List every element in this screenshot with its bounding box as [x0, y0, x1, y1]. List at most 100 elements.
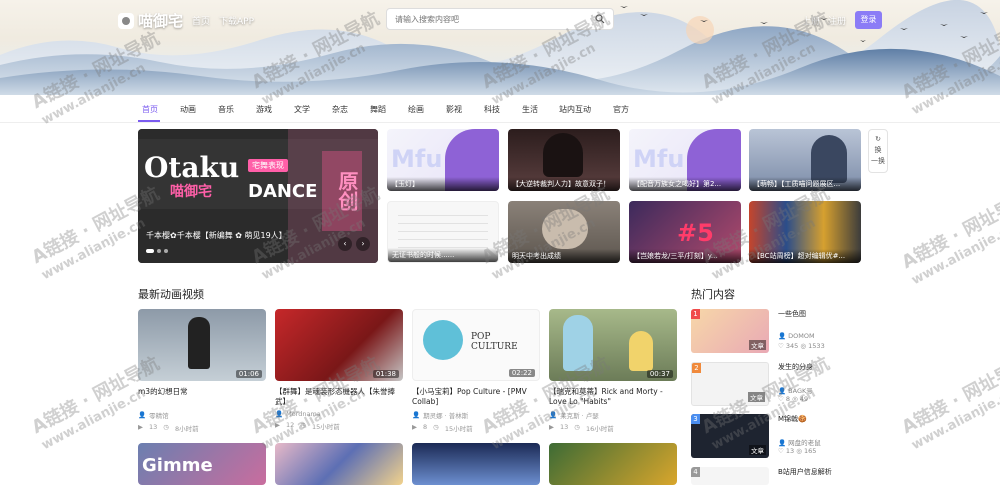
featured-card[interactable]: 【萌畅】【工质喵问题展区...	[749, 129, 861, 191]
like-icon: ♡	[778, 395, 786, 403]
refresh-label-top: 换	[874, 146, 882, 154]
featured-art-text: Mfu	[391, 145, 443, 173]
hot-title[interactable]: 发生的分身	[778, 362, 813, 372]
video-thumbnail[interactable]: POP CULTURE 02:22	[412, 309, 540, 381]
login-button[interactable]: 登录	[855, 11, 882, 29]
featured-card[interactable]: 【大逆转裁判人力】故意双子！	[508, 129, 620, 191]
video-card[interactable]: 01:38 【群舞】是魂装形态機器人【朱誉捧武】 👤 Mordnama ▶ 12 ◷ 1…	[275, 309, 403, 431]
tab-official[interactable]: 官方	[613, 104, 629, 115]
sign-up-link[interactable]: 注册	[828, 14, 846, 27]
nav-download-app[interactable]: 下载APP	[219, 14, 254, 27]
hot-thumbnail[interactable]: 4	[691, 467, 769, 485]
hot-author: 👤 DOMOM	[778, 332, 815, 340]
video-thumbnail[interactable]: 01:38	[275, 309, 403, 381]
logo-text: 喵御宅	[138, 12, 184, 30]
video-duration: 01:06	[235, 370, 262, 378]
video-author[interactable]: Mordnama	[286, 410, 321, 418]
video-thumbnail[interactable]	[549, 443, 677, 485]
refresh-button[interactable]: ↻ 换 一换	[868, 129, 888, 173]
tab-literature[interactable]: 文学	[294, 104, 310, 115]
search-input[interactable]	[387, 9, 587, 29]
video-thumbnail[interactable]: 00:37	[549, 309, 677, 381]
top-bar: 喵御宅 首页 下载APP 上册 注册 登录	[0, 0, 1000, 40]
views-icon: ◎	[796, 447, 805, 455]
video-card[interactable]: POP CULTURE 02:22 【小马宝莉】Pop Culture - [P…	[412, 309, 540, 433]
hot-stats: ♡ 345 ◎ 1533	[778, 342, 825, 350]
carousel-dot[interactable]	[164, 249, 168, 253]
video-duration: 01:38	[372, 370, 399, 378]
carousel-dot[interactable]	[157, 249, 161, 253]
featured-caption: 【大逆转裁判人力】故意双子！	[508, 177, 620, 191]
tab-home[interactable]: 首页	[142, 104, 158, 115]
thumbnail-figure	[629, 331, 653, 371]
featured-caption: 无证书般的时候......	[388, 248, 498, 262]
video-author[interactable]: 莱克斯 · 卢瑟	[560, 410, 599, 420]
thumbnail-figure	[563, 315, 593, 371]
active-tab-indicator	[138, 120, 160, 122]
hot-thumbnail[interactable]: 1 文章	[691, 309, 769, 353]
video-author[interactable]: 零精馆	[149, 410, 169, 420]
carousel-prev-icon[interactable]: ‹	[338, 237, 352, 251]
tab-life[interactable]: 生活	[522, 104, 538, 115]
featured-caption: 【萌畅】【工质喵问题展区...	[749, 177, 861, 191]
register-link[interactable]: 上册	[802, 14, 820, 27]
hero-carousel[interactable]: Otaku 宅舞表现 喵御宅 DANCE 原创 千本樱✿千本樱【新编舞 ✿ 萌见…	[138, 129, 378, 263]
featured-art-text: Mfu	[633, 145, 685, 173]
video-views: 12	[286, 421, 295, 429]
nav-home[interactable]: 首页	[192, 14, 210, 27]
video-card[interactable]: 00:37 【瑞克和莫蒂】Rick and Morty - Love Lo "H…	[549, 309, 677, 433]
hot-author: 👤 BAGK号	[778, 387, 813, 395]
video-thumbnail[interactable]	[412, 443, 540, 485]
video-title[interactable]: 【小马宝莉】Pop Culture - [PMV Collab]	[412, 387, 540, 407]
featured-card[interactable]: Mfu 【配音万族女之喝好】第2...	[629, 129, 741, 191]
video-thumbnail[interactable]	[275, 443, 403, 485]
carousel-dot[interactable]	[146, 249, 154, 253]
search-icon[interactable]	[595, 14, 605, 24]
video-thumbnail[interactable]: 01:06	[138, 309, 266, 381]
hot-title[interactable]: M锦戟🍪	[778, 414, 807, 424]
hot-thumbnail[interactable]: 2 文章	[691, 362, 769, 406]
user-icon: 👤	[412, 411, 421, 419]
featured-card[interactable]: #5 【岂娘若龙/三平/打刻】y...	[629, 201, 741, 263]
user-icon: 👤	[778, 332, 789, 340]
hot-title[interactable]: B站用户信息解析	[778, 467, 832, 477]
tab-magazine[interactable]: 杂志	[332, 104, 348, 115]
clock-icon: ◷	[163, 423, 169, 431]
featured-card[interactable]: 明天中考出成绩	[508, 201, 620, 263]
video-title[interactable]: m3的幻想日常	[138, 387, 266, 407]
video-thumbnail[interactable]: Gimme	[138, 443, 266, 485]
thumbnail-figure	[423, 320, 463, 360]
video-title[interactable]: 【群舞】是魂装形态機器人【朱誉捧武】	[275, 387, 403, 407]
rank-badge: 2	[692, 363, 701, 373]
video-duration: 00:37	[646, 370, 673, 378]
tab-drawing[interactable]: 绘画	[408, 104, 424, 115]
featured-card[interactable]: Mfu 【玉灯】	[387, 129, 499, 191]
tab-games[interactable]: 游戏	[256, 104, 272, 115]
video-title[interactable]: 【瑞克和莫蒂】Rick and Morty - Love Lo "Habits"	[549, 387, 677, 407]
featured-art-text: #5	[677, 219, 714, 247]
featured-art	[542, 209, 588, 249]
hot-type-tag: 文章	[749, 340, 766, 350]
watermark: A链接 · 网址导航 www.alianjie.cn	[898, 353, 1000, 454]
featured-card[interactable]: 【BC站周榜】超对编辑优#...	[749, 201, 861, 263]
watermark: A链接 · 网址导航 www.alianjie.cn	[898, 188, 1000, 289]
tab-tech[interactable]: 科技	[484, 104, 500, 115]
hot-title[interactable]: 一些色图	[778, 309, 806, 319]
tab-animation[interactable]: 动画	[180, 104, 196, 115]
video-author[interactable]: 期灵娜 · 普林斯	[423, 410, 468, 420]
site-logo[interactable]: 喵御宅	[118, 10, 183, 31]
user-icon: 👤	[275, 410, 284, 418]
featured-card[interactable]: 无证书般的时候......	[387, 201, 499, 263]
hot-thumbnail[interactable]: 3 文章	[691, 414, 769, 458]
rank-badge: 1	[691, 309, 700, 319]
thumbnail-figure	[188, 317, 210, 369]
tab-dance[interactable]: 舞蹈	[370, 104, 386, 115]
carousel-next-icon[interactable]: ›	[356, 237, 370, 251]
video-card[interactable]: 01:06 m3的幻想日常 👤 零精馆 ▶ 13 ◷ 8小时前	[138, 309, 266, 433]
user-icon: 👤	[778, 439, 789, 447]
tab-film[interactable]: 影视	[446, 104, 462, 115]
tab-music[interactable]: 音乐	[218, 104, 234, 115]
refresh-icon: ↻	[875, 135, 881, 143]
thumbnail-text: Gimme	[142, 455, 213, 476]
tab-community[interactable]: 站内互动	[559, 104, 591, 115]
